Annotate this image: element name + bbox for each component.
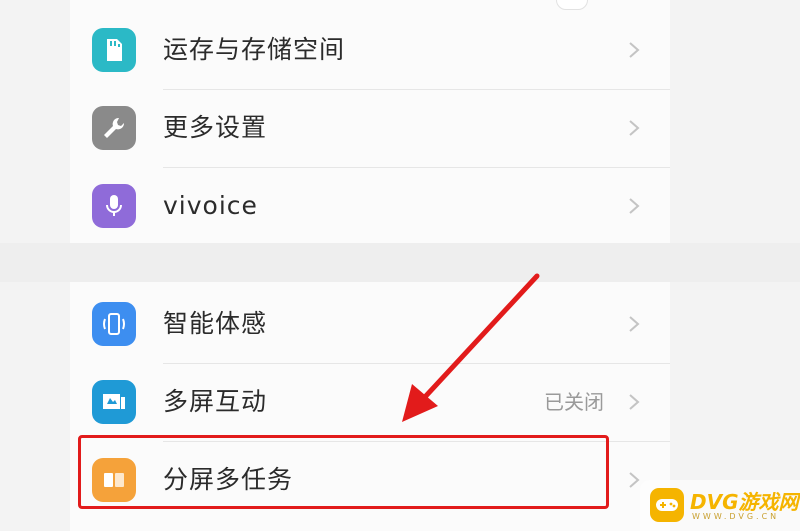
highlight-box [78,435,609,509]
watermark-text: DVG游戏网 [690,490,799,514]
chevron-right-icon [629,120,640,136]
chevron-right-icon [629,394,640,410]
settings-item-storage[interactable]: 运存与存储空间 [70,11,670,89]
settings-item-label: 更多设置 [163,113,268,142]
wrench-icon [92,106,136,150]
settings-item-vivoice[interactable]: vivoice [70,167,670,245]
settings-item-label: vivoice [163,191,258,220]
status-text: 已关闭 [544,390,604,414]
settings-item-smart-motion[interactable]: 智能体感 [70,285,670,363]
chevron-right-icon [629,42,640,58]
settings-item-label: 运存与存储空间 [163,35,346,64]
settings-item-more-settings[interactable]: 更多设置 [70,89,670,167]
settings-item-multi-screen[interactable]: 多屏互动 已关闭 [70,363,670,441]
settings-item-label: 多屏互动 [163,387,268,416]
gamepad-icon [650,488,684,522]
settings-screen: 运存与存储空间 更多设置 vivoice 智能体感 多屏互动 已关闭 分屏多任务… [0,0,800,531]
toggle-switch-partial[interactable] [556,0,588,10]
storage-icon [92,28,136,72]
watermark: DVG游戏网 WWW.DVG.CN [640,480,800,531]
screen-cast-icon [92,380,136,424]
chevron-right-icon [629,316,640,332]
group-separator [0,243,800,282]
microphone-icon [92,184,136,228]
watermark-subtext: WWW.DVG.CN [692,512,780,521]
settings-item-label: 智能体感 [163,309,268,338]
phone-motion-icon [92,302,136,346]
chevron-right-icon [629,198,640,214]
